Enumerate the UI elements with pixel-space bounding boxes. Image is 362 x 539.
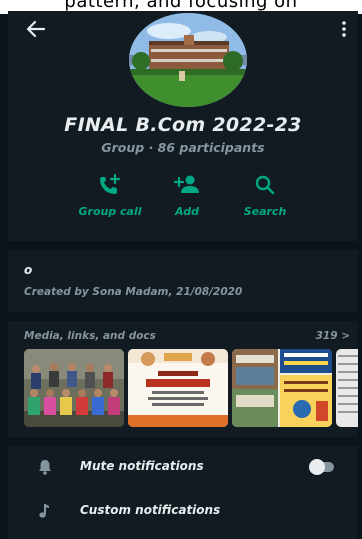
group-participants: Group · 86 participants <box>101 140 265 155</box>
media-thumbnail[interactable] <box>128 349 228 427</box>
banner-thumbnail <box>232 349 332 427</box>
search-button[interactable]: Search <box>220 173 310 229</box>
group-info-screen: FINAL B.Com 2022-23 Group · 86 participa… <box>8 11 358 539</box>
add-person-icon <box>173 175 199 193</box>
section-divider <box>8 312 358 321</box>
document-thumbnail <box>336 349 358 427</box>
add-participant-button[interactable]: Add <box>142 173 232 229</box>
add-label: Add <box>175 205 199 218</box>
group-description[interactable]: o <box>24 263 32 277</box>
section-divider <box>8 241 358 250</box>
section-divider <box>8 437 358 446</box>
media-thumbnail[interactable] <box>336 349 358 427</box>
toggle-knob <box>309 459 325 475</box>
mute-notifications-toggle[interactable] <box>309 459 334 475</box>
group-photo-thumbnail <box>24 349 124 427</box>
back-button[interactable] <box>22 17 50 41</box>
group-name: FINAL B.Com 2022-23 <box>64 114 302 136</box>
add-call-icon <box>100 173 121 194</box>
custom-notifications-label: Custom notifications <box>80 503 221 517</box>
media-links-docs-title[interactable]: Media, links, and docs <box>24 330 156 342</box>
music-note-icon <box>36 502 54 520</box>
search-label: Search <box>243 205 287 218</box>
poster-thumbnail <box>128 349 228 427</box>
group-photo <box>129 13 247 107</box>
custom-notifications-row[interactable]: Custom notifications <box>8 493 358 529</box>
more-options-button[interactable] <box>334 19 354 39</box>
more-vertical-icon <box>342 21 346 37</box>
group-avatar[interactable] <box>129 13 247 107</box>
bell-icon <box>36 458 54 476</box>
search-icon <box>255 175 275 195</box>
media-count[interactable]: 319 > <box>316 330 350 342</box>
created-by-text: Created by Sona Madam, 21/08/2020 <box>24 286 243 298</box>
arrow-left-icon <box>26 20 46 38</box>
mute-notifications-label: Mute notifications <box>80 459 204 473</box>
media-thumbnail[interactable] <box>232 349 332 427</box>
media-thumbnail[interactable] <box>24 349 124 427</box>
mute-notifications-row[interactable]: Mute notifications <box>8 449 358 485</box>
